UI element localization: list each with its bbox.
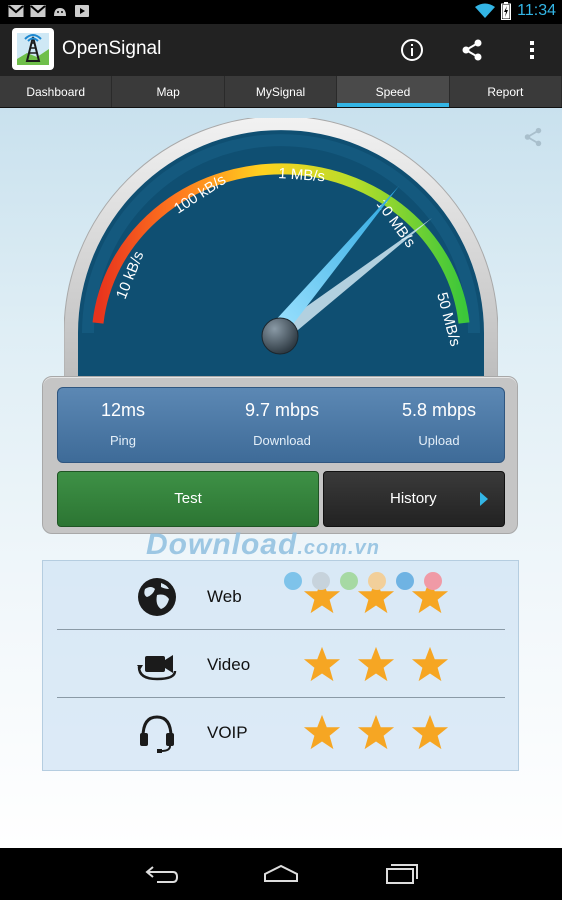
gauge-label-1mbs: 1 MB/s [278,165,326,185]
ping-stat: 12ms Ping [48,388,198,448]
tab-dashboard[interactable]: Dashboard [0,76,113,107]
globe-icon [138,578,176,616]
home-button[interactable] [261,860,301,888]
wifi-icon [475,3,496,18]
back-icon [145,866,179,883]
tab-map[interactable]: Map [112,76,225,107]
list-item-voip: VOIP [57,699,505,766]
watermark-text: Download [146,528,298,561]
watermark-dot [284,572,302,590]
share-icon [462,39,482,61]
ping-value: 12ms [100,400,145,420]
recent-apps-button[interactable] [381,860,421,888]
web-label: Web [207,587,242,606]
share-button[interactable] [458,36,486,64]
tab-mysignal[interactable]: MySignal [225,76,338,107]
watermark-dot [424,572,442,590]
speed-gauge: 10 kB/s 100 kB/s 1 MB/s 10 MB/s 50 MB/s [64,118,498,380]
watermark-dot [368,572,386,590]
star-icon [357,646,395,682]
action-bar: OpenSignal [0,24,562,76]
back-button[interactable] [141,860,181,888]
play-store-notification-icon [75,5,89,17]
gauge-hub [261,317,299,355]
chevron-right-icon [480,492,488,506]
gmail-notification-icon [8,5,24,17]
test-button[interactable]: Test [57,471,319,527]
watermark-dot [340,572,358,590]
overflow-menu-button[interactable] [518,36,546,64]
history-button-label: History [390,490,437,507]
quality-list: Web Video VOIP [42,560,519,771]
star-icon [411,646,449,682]
headset-icon [140,715,174,753]
star-icon [411,714,449,750]
stats-box: 12ms Ping 9.7 mbps Download 5.8 mbps Upl… [57,387,505,463]
watermark-dot [312,572,330,590]
download-value: 9.7 mbps [244,400,320,420]
tab-report[interactable]: Report [450,76,562,107]
download-label: Download [253,433,311,448]
recent-apps-icon [386,864,418,884]
voip-label: VOIP [207,723,248,742]
results-panel: 12ms Ping 9.7 mbps Download 5.8 mbps Upl… [42,376,518,534]
star-icon [357,714,395,750]
home-icon [264,864,298,882]
clock: 11:34 [517,2,556,19]
info-icon [401,39,423,61]
battery-icon [501,2,512,20]
video-camera-icon [137,655,177,681]
watermark-suffix: .com.vn [297,537,380,559]
tab-bar: Dashboard Map MySignal Speed Report [0,76,562,108]
list-item-video: Video [57,631,505,698]
upload-value: 5.8 mbps [401,400,477,420]
gmail-notification-icon-2 [30,5,46,17]
video-label: Video [207,655,251,674]
star-icon [303,646,341,682]
ping-label: Ping [109,433,137,448]
download-stat: 9.7 mbps Download [207,388,357,448]
status-bar: 11:34 [0,0,562,24]
system-nav-bar [0,848,562,900]
watermark-dot [396,572,414,590]
app-title: OpenSignal [62,38,162,59]
android-notification-icon [54,8,66,16]
watermark: Download.com.vn [146,528,380,562]
share-result-icon[interactable] [522,126,544,148]
tab-speed[interactable]: Speed [337,76,450,107]
star-icon [303,714,341,750]
info-button[interactable] [398,36,426,64]
upload-label: Upload [418,433,460,448]
voip-rating [303,713,449,751]
history-button[interactable]: History [323,471,505,527]
speed-test-content: 10 kB/s 100 kB/s 1 MB/s 10 MB/s 50 MB/s … [0,108,562,848]
video-rating [303,645,449,683]
upload-stat: 5.8 mbps Upload [364,388,514,448]
app-logo-icon[interactable] [12,28,54,70]
watermark-dots [284,572,442,590]
overflow-menu-icon [530,41,534,59]
